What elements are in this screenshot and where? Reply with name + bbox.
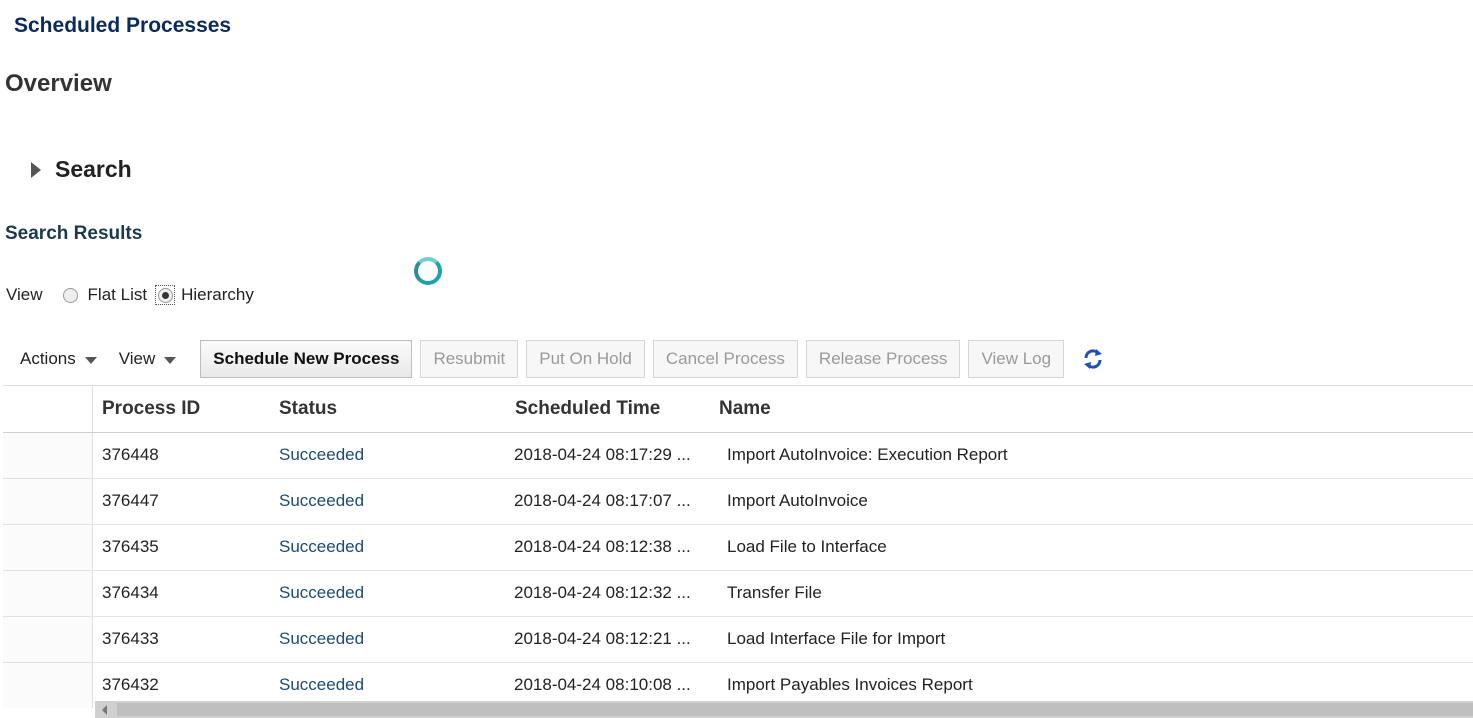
table-row[interactable]: 376448 Succeeded 2018-04-24 08:17:29 ...… (3, 433, 1473, 479)
scheduled-time-cell: 2018-04-24 08:17:07 ... (514, 491, 691, 510)
process-name-cell: Transfer File (727, 583, 822, 602)
table-row[interactable]: 376434 Succeeded 2018-04-24 08:12:32 ...… (3, 571, 1473, 617)
column-header-process-id[interactable]: Process ID (102, 398, 200, 420)
status-cell[interactable]: Succeeded (279, 583, 364, 603)
cancel-process-button[interactable]: Cancel Process (652, 340, 798, 378)
process-id-cell: 376447 (102, 491, 159, 510)
hierarchy-label[interactable]: Hierarchy (181, 285, 254, 305)
process-id-cell: 376433 (102, 629, 159, 648)
flat-list-radio[interactable] (62, 287, 78, 303)
status-cell[interactable]: Succeeded (279, 537, 364, 557)
view-menu[interactable]: View (119, 349, 177, 369)
put-on-hold-button[interactable]: Put On Hold (526, 340, 645, 378)
refresh-icon[interactable] (1080, 346, 1106, 372)
horizontal-scrollbar[interactable] (95, 701, 1473, 718)
chevron-down-icon (164, 357, 177, 364)
page-title: Scheduled Processes (14, 14, 232, 37)
table-header-row: Process ID Status Scheduled Time Name (3, 385, 1473, 433)
process-name-cell: Load File to Interface (727, 537, 887, 556)
status-cell[interactable]: Succeeded (279, 445, 364, 465)
column-header-status[interactable]: Status (279, 398, 337, 420)
scrollbar-thumb[interactable] (117, 703, 1473, 716)
column-header-name[interactable]: Name (719, 398, 771, 420)
table-row[interactable]: 376433 Succeeded 2018-04-24 08:12:21 ...… (3, 617, 1473, 663)
search-results-heading: Search Results (5, 223, 143, 244)
search-section-toggle[interactable]: Search (31, 156, 132, 183)
row-selector[interactable] (3, 617, 93, 662)
process-id-cell: 376434 (102, 583, 159, 602)
process-name-cell: Import AutoInvoice: Execution Report (727, 445, 1008, 464)
actions-menu-label: Actions (20, 349, 76, 368)
scheduled-time-cell: 2018-04-24 08:12:21 ... (514, 629, 691, 648)
process-id-cell: 376448 (102, 445, 159, 464)
column-header-scheduled-time[interactable]: Scheduled Time (515, 398, 660, 420)
process-name-cell: Load Interface File for Import (727, 629, 946, 648)
status-cell[interactable]: Succeeded (279, 491, 364, 511)
row-selector-gutter (3, 386, 93, 432)
view-mode-label: View (6, 285, 43, 304)
release-process-button[interactable]: Release Process (805, 340, 961, 378)
process-id-cell: 376435 (102, 537, 159, 556)
chevron-down-icon (84, 357, 97, 364)
hierarchy-radio-focus[interactable] (155, 285, 176, 305)
view-menu-label: View (118, 349, 156, 368)
process-id-cell: 376432 (102, 675, 159, 694)
status-cell[interactable]: Succeeded (279, 629, 364, 649)
processes-table: Process ID Status Scheduled Time Name 37… (3, 385, 1473, 708)
view-mode-selector: View Flat List Hierarchy (6, 285, 254, 305)
row-selector[interactable] (3, 479, 93, 524)
row-selector[interactable] (3, 663, 93, 708)
flat-list-label[interactable]: Flat List (88, 285, 148, 305)
status-cell[interactable]: Succeeded (279, 675, 364, 695)
view-log-button[interactable]: View Log (968, 340, 1065, 378)
scheduled-time-cell: 2018-04-24 08:12:38 ... (514, 537, 691, 556)
expand-triangle-icon[interactable] (31, 161, 41, 178)
process-name-cell: Import Payables Invoices Report (727, 675, 973, 694)
scheduled-time-cell: 2018-04-24 08:10:08 ... (514, 675, 691, 694)
hierarchy-radio[interactable] (157, 287, 173, 303)
row-selector[interactable] (3, 525, 93, 570)
row-selector[interactable] (3, 433, 93, 478)
scheduled-time-cell: 2018-04-24 08:17:29 ... (514, 445, 691, 464)
loading-spinner-icon (414, 257, 442, 285)
resubmit-button[interactable]: Resubmit (420, 340, 519, 378)
results-toolbar: Actions View Schedule New Process Resubm… (20, 338, 1106, 380)
scroll-left-arrow-icon[interactable] (102, 705, 107, 715)
row-selector[interactable] (3, 571, 93, 616)
table-row[interactable]: 376447 Succeeded 2018-04-24 08:17:07 ...… (3, 479, 1473, 525)
schedule-new-process-button[interactable]: Schedule New Process (200, 340, 413, 378)
process-name-cell: Import AutoInvoice (727, 491, 868, 510)
overview-heading: Overview (5, 70, 112, 97)
scheduled-time-cell: 2018-04-24 08:12:32 ... (514, 583, 691, 602)
actions-menu[interactable]: Actions (20, 349, 97, 369)
table-row[interactable]: 376435 Succeeded 2018-04-24 08:12:38 ...… (3, 525, 1473, 571)
search-section-label: Search (55, 156, 132, 182)
